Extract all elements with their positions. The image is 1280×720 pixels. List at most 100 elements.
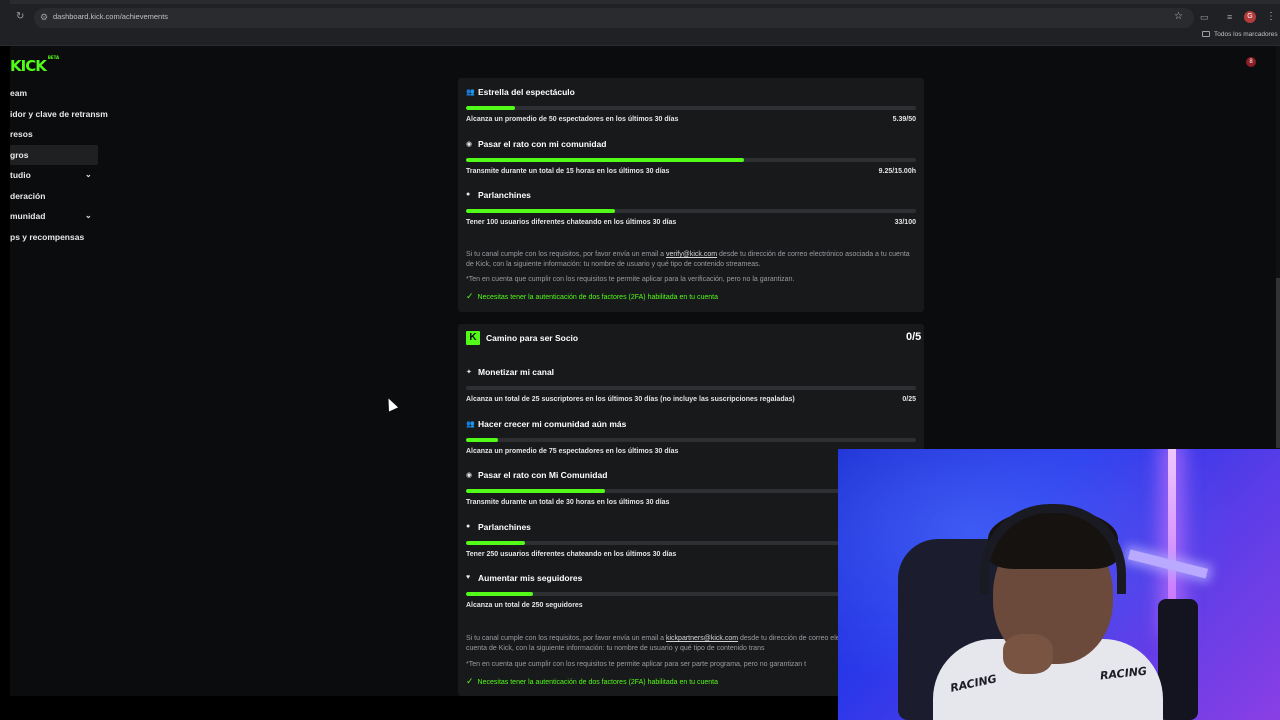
progress-track	[466, 386, 916, 390]
progress-track	[466, 106, 916, 110]
sidebar-item-label: tudio	[10, 170, 31, 180]
chat-icon: ●	[466, 191, 471, 198]
url-text[interactable]: dashboard.kick.com/achievements	[53, 12, 168, 21]
scrollbar-thumb[interactable]	[1276, 278, 1280, 448]
site-info-icon[interactable]: ⚙	[40, 12, 50, 24]
folder-icon	[1202, 31, 1210, 37]
all-bookmarks[interactable]: Todos los marcadores	[1202, 31, 1278, 38]
twofa-text: Necesitas tener la autenticación de dos …	[477, 294, 719, 301]
achievement-title: Aumentar mis seguidores	[478, 573, 583, 583]
progress-fill	[466, 106, 515, 110]
achievement-title: Pasar el rato con mi comunidad	[478, 138, 607, 149]
achievement-description: Transmite durante un total de 15 horas e…	[466, 167, 670, 175]
achievement-description: Tener 250 usuarios diferentes chateando …	[466, 550, 677, 558]
streamer-hand	[1003, 634, 1053, 674]
achievement-title: Monetizar mi canal	[478, 367, 555, 377]
partner-score: 0/5	[906, 331, 922, 343]
heart-icon: ♥	[466, 574, 471, 581]
achievement-item: 👥 Estrella del espectáculo Alcanza un prom…	[466, 86, 916, 130]
verification-2fa-requirement: ✓ Necesitas tener la autenticación de dos…	[466, 291, 718, 302]
achievement-title: Pasar el rato con Mi Comunidad	[478, 470, 608, 480]
achievement-description: Transmite durante un total de 30 horas e…	[466, 499, 670, 506]
achievement-progress: 5.39/50	[892, 116, 916, 123]
progress-fill	[466, 592, 533, 596]
tab-strip	[10, 0, 1280, 4]
progress-track	[466, 157, 916, 162]
sidebar-item-label: eam	[10, 88, 28, 98]
reload-icon[interactable]: ↻	[16, 11, 26, 23]
achievement-progress: 0/25	[902, 396, 916, 403]
kick-badge-icon: K	[466, 331, 480, 345]
radio-icon: ◉	[466, 472, 473, 479]
progress-fill	[466, 540, 526, 545]
browser-toolbar: ↻ ⚙ dashboard.kick.com/achievements ☆ ▭ …	[0, 0, 1280, 46]
webcam-overlay: RACING RACING	[838, 449, 1280, 720]
achievement-item: ◉ Pasar el rato con mi comunidad Transmite…	[466, 138, 916, 182]
verification-disclaimer: *Ten en cuenta que cumplir con los requi…	[466, 276, 795, 283]
verification-note: Si tu canal cumple con los requisitos, p…	[466, 250, 916, 270]
bookmark-star-icon[interactable]: ☆	[1174, 11, 1183, 22]
partner-title: Camino para ser Socio	[486, 333, 579, 343]
sidebar-item-label: munidad	[10, 211, 46, 221]
chat-icon: ●	[466, 522, 471, 530]
sidebar-item[interactable]: deración	[10, 186, 110, 207]
achievement-description: Tener 100 usuarios diferentes chateando …	[466, 219, 677, 226]
achievement-description: Alcanza un promedio de 50 espectadores e…	[466, 116, 679, 123]
sidebar-item-label: gros	[10, 149, 29, 160]
profile-avatar[interactable]: G	[1244, 11, 1256, 23]
sidebar-item[interactable]: ps y recompensas	[10, 227, 110, 248]
verification-card: Si tu canal cumple con los requisitos, p…	[458, 78, 924, 312]
sidebar-item[interactable]: munidad ⌄	[10, 206, 110, 227]
logo-tag: BETA	[47, 55, 60, 60]
notification-badge[interactable]: 8	[1246, 57, 1256, 67]
sidebar-item[interactable]: gros	[10, 144, 98, 165]
achievement-title: Hacer crecer mi comunidad aún más	[478, 418, 627, 429]
sidebar-item-label: ps y recompensas	[10, 231, 85, 242]
sidebar-item-label: resos	[10, 129, 33, 139]
achievement-item: ● Parlanchines Tener 100 usuarios diferent…	[466, 189, 916, 233]
sidebar-item-label: deración	[10, 190, 46, 201]
address-bar[interactable]: ⚙ dashboard.kick.com/achievements	[34, 8, 1194, 28]
chevron-down-icon[interactable]: ⌄	[85, 165, 92, 186]
achievement-title: Parlanchines	[478, 521, 531, 532]
sidebar-item[interactable]: tudio ⌄	[10, 165, 110, 186]
cast-icon[interactable]: ▭	[1200, 12, 1209, 23]
address-row: ↻ ⚙ dashboard.kick.com/achievements ☆ ▭ …	[0, 8, 1280, 28]
achievement-description: Alcanza un promedio de 75 espectadores e…	[466, 447, 679, 455]
twofa-text: Necesitas tener la autenticación de dos …	[477, 679, 719, 686]
logo-text: KICK	[10, 57, 47, 75]
chevron-down-icon[interactable]: ⌄	[85, 206, 92, 227]
verify-email-link[interactable]: verify@kick.com	[666, 251, 717, 258]
radio-icon: ◉	[466, 140, 473, 148]
progress-fill	[466, 157, 744, 162]
progress-track	[466, 437, 916, 442]
achievement-description: Alcanza un total de 25 suscriptores en l…	[466, 396, 795, 403]
users-icon: 👥	[466, 420, 475, 428]
sparkle-icon: ✦	[466, 369, 472, 376]
check-icon: ✓	[466, 676, 474, 686]
achievement-progress: 33/100	[894, 219, 916, 226]
all-bookmarks-label: Todos los marcadores	[1214, 31, 1278, 38]
browser-menu-icon[interactable]: ⋮	[1266, 11, 1276, 22]
sidebar-item-label: idor y clave de retransm	[10, 108, 108, 119]
extensions-icon[interactable]: ≡	[1227, 12, 1232, 22]
sidebar-item[interactable]: eam	[10, 83, 110, 104]
sidebar-item[interactable]: resos	[10, 124, 110, 145]
sidebar-item[interactable]: idor y clave de retransm	[10, 104, 110, 125]
microphone	[1158, 599, 1198, 720]
progress-fill	[466, 209, 615, 213]
progress-track	[466, 209, 916, 213]
kick-logo[interactable]: KICK BETA	[10, 55, 59, 75]
achievement-progress: 9.25/15.00h	[878, 167, 916, 175]
achievement-title: Estrella del espectáculo	[478, 87, 575, 97]
note-prefix: Si tu canal cumple con los requisitos, p…	[466, 251, 666, 258]
achievement-title: Parlanchines	[478, 190, 531, 200]
note-prefix: Si tu canal cumple con los requisitos, p…	[466, 635, 666, 642]
progress-fill	[466, 489, 605, 493]
sidebar-nav: eam idor y clave de retransm resos gros tudi…	[10, 83, 110, 247]
achievement-description: Alcanza un total de 250 seguidores	[466, 602, 583, 609]
users-icon: 👥	[466, 89, 475, 96]
achievement-item: ✦ Monetizar mi canal Alcanza un total de 2…	[466, 366, 916, 410]
partner-email-link[interactable]: kickpartners@kick.com	[666, 635, 738, 642]
partner-2fa-requirement: ✓ Necesitas tener la autenticación de dos…	[466, 676, 718, 687]
